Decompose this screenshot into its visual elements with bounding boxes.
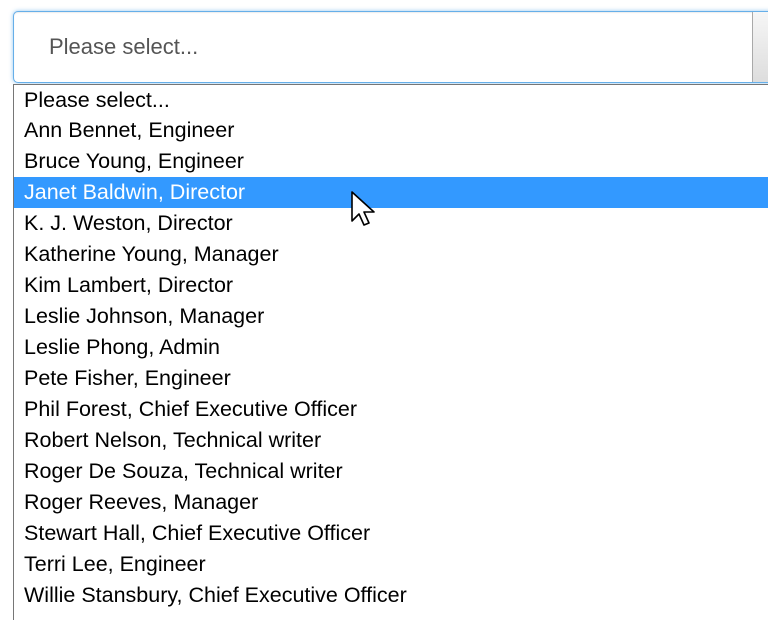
option-stewart-hall[interactable]: Stewart Hall, Chief Executive Officer — [14, 518, 768, 549]
screen: Please select... Please select... Ann Be… — [0, 0, 768, 620]
dropdown-toggle-button[interactable] — [752, 12, 768, 82]
dropdown-options-list[interactable]: Please select... Ann Bennet, Engineer Br… — [13, 84, 768, 620]
option-ann-bennet[interactable]: Ann Bennet, Engineer — [14, 115, 768, 146]
option-leslie-phong[interactable]: Leslie Phong, Admin — [14, 332, 768, 363]
option-bruce-young[interactable]: Bruce Young, Engineer — [14, 146, 768, 177]
option-willie-stansbury[interactable]: Willie Stansbury, Chief Executive Office… — [14, 580, 768, 611]
option-phil-forest[interactable]: Phil Forest, Chief Executive Officer — [14, 394, 768, 425]
option-janet-baldwin[interactable]: Janet Baldwin, Director — [14, 177, 768, 208]
option-kj-weston[interactable]: K. J. Weston, Director — [14, 208, 768, 239]
option-robert-nelson[interactable]: Robert Nelson, Technical writer — [14, 425, 768, 456]
option-katherine-young[interactable]: Katherine Young, Manager — [14, 239, 768, 270]
select-current-value: Please select... — [49, 34, 199, 59]
option-roger-reeves[interactable]: Roger Reeves, Manager — [14, 487, 768, 518]
option-kim-lambert[interactable]: Kim Lambert, Director — [14, 270, 768, 301]
option-leslie-johnson[interactable]: Leslie Johnson, Manager — [14, 301, 768, 332]
mouse-pointer-icon — [351, 191, 375, 226]
option-roger-de-souza[interactable]: Roger De Souza, Technical writer — [14, 456, 768, 487]
option-terri-lee[interactable]: Terri Lee, Engineer — [14, 549, 768, 580]
option-pete-fisher[interactable]: Pete Fisher, Engineer — [14, 363, 768, 394]
employee-select[interactable]: Please select... — [13, 11, 768, 83]
option-please-select[interactable]: Please select... — [14, 85, 768, 115]
